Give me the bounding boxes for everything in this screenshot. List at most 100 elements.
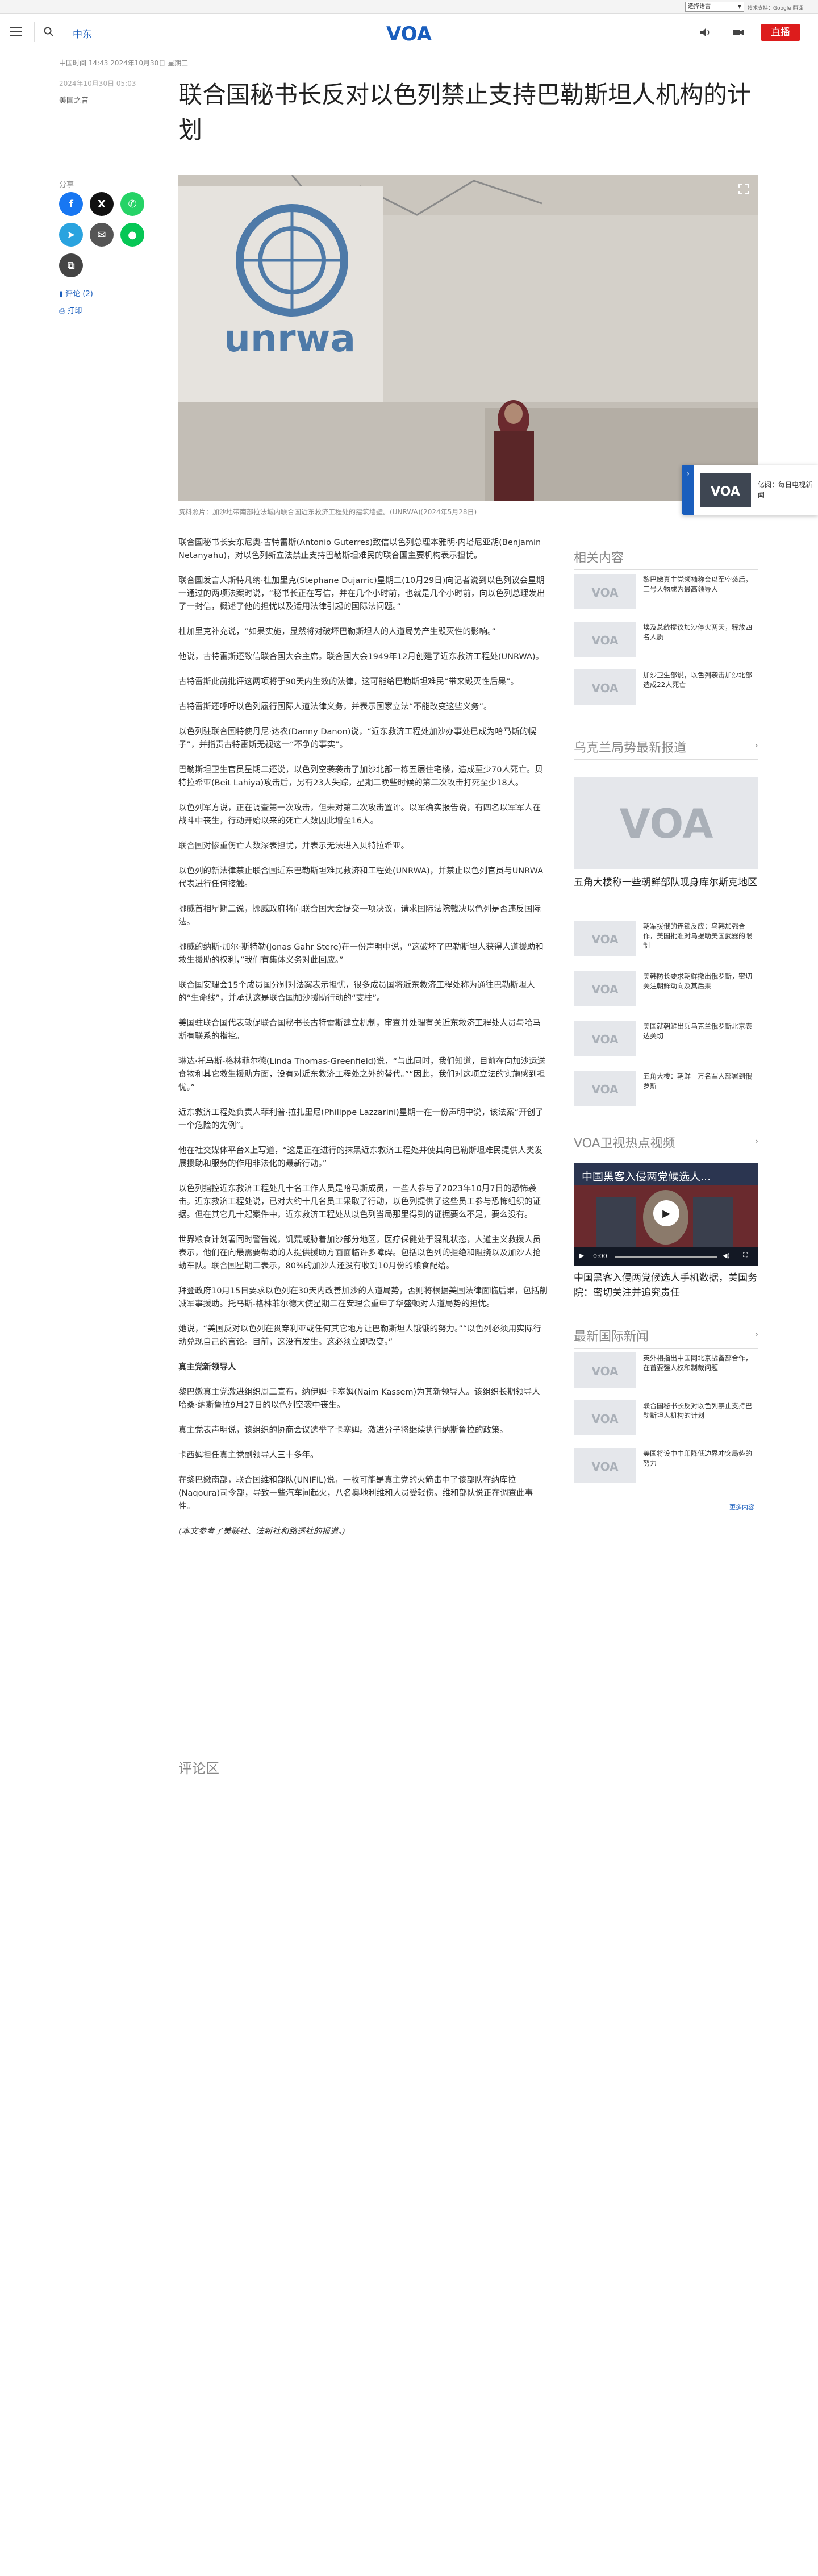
language-select-label: 选择语言 [688,3,711,10]
ukraine-item-title: 五角大楼：朝鲜一万名军人部署到俄罗斯 [643,1072,753,1090]
video-heading[interactable]: VOA卫视热点视频 › [574,1133,758,1155]
search-icon[interactable] [43,26,55,38]
article-date: 2024年10月30日 05:03 [59,80,136,88]
print-icon: ⎙ [59,307,68,315]
telegram-share-button[interactable]: ➤ [59,223,83,247]
line-share-button[interactable]: ● [120,223,144,247]
article-paragraph: 挪威首相星期二说，挪威政府将向联合国大会提交一项决议，请求国际法院裁决以色列是否… [178,905,541,927]
section-link[interactable]: 中东 [73,26,92,40]
copy-icon: ⧉ [67,259,75,272]
logo-text: VOA [591,1412,619,1426]
article-paragraph: 杜加里克补充说，“如果实施，显然将对破坏巴勒斯坦人的人道局势产生毁灭性的影响。” [178,627,496,636]
article-author[interactable]: 美国之音 [59,94,89,105]
article-paragraph: 近东救济工程处负责人菲利普·拉扎里尼(Philippe Lazzarini)星期… [178,1108,544,1130]
logo-text: VOA [591,586,619,600]
ukraine-top-thumbnail[interactable]: VOA [574,777,758,869]
related-item[interactable]: VOA 埃及总统提议加沙停火两天，释放四名人质 [574,622,758,661]
menu-icon[interactable] [10,27,22,36]
related-item-title: 埃及总统提议加沙停火两天，释放四名人质 [643,623,753,641]
ukraine-heading[interactable]: 乌克兰局势最新报道 › [574,738,758,760]
translate-bar: 选择语言 ▼ 技术支持：Google 翻译 [0,0,818,14]
article-paragraph: 卡西姆担任真主党副领导人三十多年。 [178,1451,319,1460]
x-icon: X [98,198,106,210]
ukraine-thumbnail: VOA [574,1021,636,1056]
intl-thumbnail: VOA [574,1448,636,1483]
audio-icon[interactable] [699,26,712,39]
intl-item-title: 英外相指出中国同北京战备部合作，在首要强人权和制裁问题 [643,1354,753,1372]
article-paragraph: 他说，古特雷斯还致信联合国大会主席。联合国大会1949年12月创建了近东救济工程… [178,652,544,661]
article-paragraph: 以色列指控近东救济工程处几十名工作人员是哈马斯成员，一些人参与了2023年10月… [178,1184,541,1220]
logo-text: VOA [591,933,619,946]
fullscreen-icon[interactable]: ⛶ [743,1251,748,1259]
floating-media-title: 亿阅：每日电视新闻 [758,481,813,499]
logo-text: VOA [591,1033,619,1046]
print-link-label: 打印 [67,307,82,315]
chevron-right-icon[interactable]: › [682,465,694,515]
chevron-right-icon: › [754,1135,758,1146]
intl-item-title: 联合国秘书长反对以色列禁止支持巴勒斯坦人机构的计划 [643,1402,753,1420]
facebook-share-button[interactable]: f [59,192,83,216]
live-button[interactable]: 直播 [761,24,800,41]
article-paragraph: 古特雷斯此前批评这两项将于90天内生效的法律，这可能给巴勒斯坦难民“带来毁灭性后… [178,677,519,686]
floating-media-card[interactable]: › VOA 亿阅：每日电视新闻 [682,465,818,515]
play-icon[interactable]: ▶ [653,1200,679,1226]
related-heading-label: 相关内容 [574,551,624,565]
print-link[interactable]: ⎙ 打印 [59,305,82,315]
related-heading: 相关内容 [574,548,758,570]
video-progress-bar[interactable] [615,1256,717,1258]
related-thumbnail: VOA [574,669,636,705]
ukraine-item[interactable]: VOA 美国就朝鲜出兵乌克兰俄罗斯北京表达关切 [574,1021,758,1060]
telegram-icon: ➤ [66,228,76,241]
ukraine-top-caption[interactable]: 五角大楼称一些朝鲜部队现身库尔斯克地区 [574,875,758,890]
x-share-button[interactable]: X [90,192,114,216]
video-icon[interactable] [732,26,745,39]
video-heading-label: VOA卫视热点视频 [574,1137,675,1151]
article-paragraph: 真主党表声明说，该组织的协商会议选举了卡塞姆。激进分子将继续执行纳斯鲁拉的政策。 [178,1426,508,1435]
whatsapp-share-button[interactable]: ✆ [120,192,144,216]
copy-link-button[interactable]: ⧉ [59,253,83,277]
intl-heading[interactable]: 最新国际新闻 › [574,1326,758,1349]
more-content-link[interactable]: 更多内容 [729,1503,754,1512]
logo-text: VOA [591,681,619,695]
comments-link-label: 评论 (2) [65,290,93,298]
intl-item[interactable]: VOA 英外相指出中国同北京战备部合作，在首要强人权和制裁问题 [574,1352,758,1392]
article-paragraph: 黎巴嫩真主党激进组织周二宣布，纳伊姆·卡塞姆(Naim Kassem)为其新领导… [178,1388,540,1410]
video-controls: ▶ 0:00 ◀) ⛶ [574,1247,758,1266]
intl-item[interactable]: VOA 联合国秘书长反对以色列禁止支持巴勒斯坦人机构的计划 [574,1400,758,1440]
comments-link[interactable]: ▮ 评论 (2) [59,288,93,298]
site-header: 中东 VOA 直播 [0,14,818,51]
chevron-down-icon: ▼ [737,4,741,9]
article-body: 联合国秘书长安东尼奥·古特雷斯(Antonio Guterres)致信以色列总理… [178,536,548,1550]
hero-image: unrwa [178,175,758,501]
chevron-right-icon: › [754,740,758,751]
video-caption[interactable]: 中国黑客入侵两党候选人手机数据，美国务院：密切关注并追究责任 [574,1271,758,1300]
email-share-button[interactable]: ✉ [90,223,114,247]
logo-text: VOA [591,1364,619,1378]
language-select[interactable]: 选择语言 ▼ [685,2,744,12]
article-paragraph: 古特雷斯还呼吁以色列履行国际人道法律义务，并表示国家立法“不能改变这些义务”。 [178,702,492,711]
voa-logo[interactable]: VOA [381,22,437,45]
ukraine-item-title: 朝军援俄的连锁反应：乌韩加强合作，美国批准对乌援助美国武器的限制 [643,922,753,950]
ukraine-item[interactable]: VOA 五角大楼：朝鲜一万名军人部署到俄罗斯 [574,1071,758,1110]
volume-icon[interactable]: ◀) [723,1252,730,1259]
article-paragraph: 以色列军方说，正在调查第一次攻击，但未对第二次攻击置评。以军确实报告说，有四名以… [178,804,541,826]
article-source-note: (本文参考了美联社、法新社和路透社的报道。) [178,1527,346,1536]
chevron-right-icon: › [754,1329,758,1339]
intl-item[interactable]: VOA 美国将设中中印降低边界冲突局势的努力 [574,1448,758,1488]
expand-icon[interactable] [737,183,750,195]
ukraine-item[interactable]: VOA 美韩防长要求朝鲜撤出俄罗斯，密切关注朝鲜动向及其后果 [574,971,758,1010]
related-thumbnail: VOA [574,622,636,657]
related-item[interactable]: VOA 黎巴嫩真主党领袖称会以军空袭后，三号人物成为最高领导人 [574,574,758,614]
article-paragraph: 以色列的新法律禁止联合国近东巴勒斯坦难民救济和工程处(UNRWA)，并禁止以色列… [178,867,544,889]
article-paragraph: 以色列驻联合国特使丹尼·达农(Danny Danon)说，“近东救济工程处加沙办… [178,727,536,750]
article-paragraph: 她说，“美国反对以色列在贯穿利亚或任何其它地方让巴勒斯坦人饿饿的努力。”“以色列… [178,1325,541,1347]
email-icon: ✉ [97,228,106,241]
article-paragraph: 联合国对惨重伤亡人数深表担忧，并表示无法进入贝特拉希亚。 [178,842,409,851]
play-control-icon[interactable]: ▶ [579,1252,584,1259]
ukraine-thumbnail: VOA [574,971,636,1006]
ukraine-item[interactable]: VOA 朝军援俄的连锁反应：乌韩加强合作，美国批准对乌援助美国武器的限制 [574,921,758,960]
article-paragraph: 琳达·托马斯-格林菲尔德(Linda Thomas-Greenfield)说，“… [178,1057,546,1092]
translate-powered-by: 技术支持：Google 翻译 [748,6,803,11]
related-item[interactable]: VOA 加沙卫生部说，以色列袭击加沙北部造成22人死亡 [574,669,758,709]
video-player[interactable]: 中国黑客入侵两党候选人... ▶ ▶ 0:00 ◀) ⛶ [574,1163,758,1266]
